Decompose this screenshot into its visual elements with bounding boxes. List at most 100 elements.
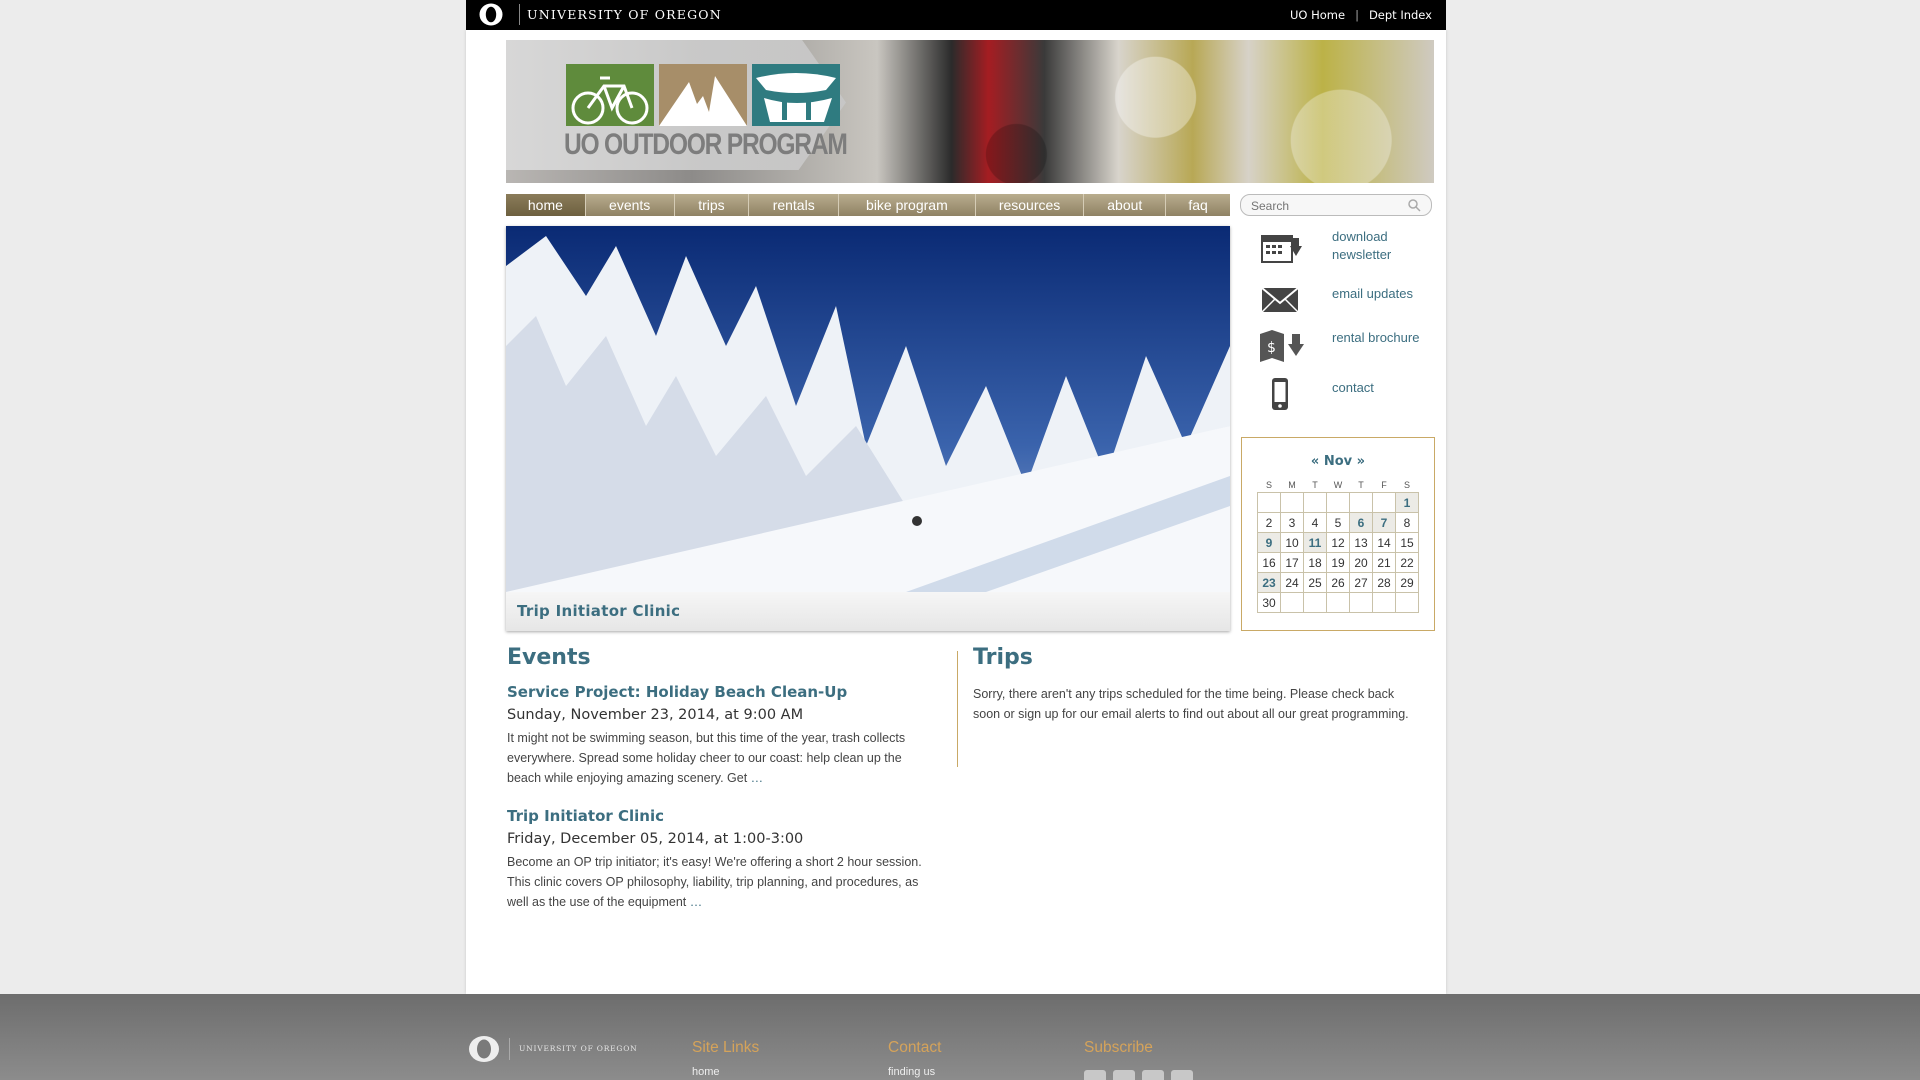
calendar-day: 8 bbox=[1395, 512, 1419, 533]
featured-slideshow[interactable]: Trip Initiator Clinic bbox=[506, 226, 1230, 631]
calendar-day: 15 bbox=[1395, 532, 1419, 553]
calendar-week: 1 bbox=[1257, 492, 1419, 513]
calendar-day: 12 bbox=[1326, 532, 1350, 553]
nav-about[interactable]: about bbox=[1084, 194, 1167, 216]
nav-trips[interactable]: trips bbox=[675, 194, 750, 216]
calendar-day[interactable]: 11 bbox=[1303, 532, 1327, 553]
university-top-bar: UNIVERSITY OF OREGON UO Home | Dept Index bbox=[466, 0, 1446, 30]
event-description: Become an OP trip initiator; it's easy! … bbox=[507, 852, 939, 912]
calendar-week: 23 24 25 26 27 28 29 bbox=[1257, 572, 1419, 593]
footer-heading-site-links: Site Links bbox=[692, 1039, 760, 1056]
calendar-empty-cell bbox=[1372, 592, 1396, 613]
events-calendar: « Nov » SMTWTFS 1 2 3 4 5 6 7 8 9 10 11 12 13 14 15 16 1… bbox=[1241, 437, 1435, 631]
calendar-empty-cell bbox=[1326, 592, 1350, 613]
canoe-logo-icon bbox=[752, 64, 840, 126]
calendar-day[interactable]: 7 bbox=[1372, 512, 1396, 533]
calendar-prev-button[interactable]: « bbox=[1311, 454, 1319, 469]
calendar-day: 27 bbox=[1349, 572, 1373, 593]
page-container: UO OUTDOOR PROGRAM home events trips ren… bbox=[466, 30, 1446, 994]
nav-faq[interactable]: faq bbox=[1166, 194, 1230, 216]
calendar-day: 30 bbox=[1257, 592, 1281, 613]
calendar-day[interactable]: 1 bbox=[1395, 492, 1419, 513]
calendar-weekday: T bbox=[1312, 480, 1318, 490]
nav-home[interactable]: home bbox=[506, 194, 586, 216]
event-title[interactable]: Trip Initiator Clinic bbox=[507, 807, 664, 825]
calendar-day: 20 bbox=[1349, 552, 1373, 573]
event-date: Sunday, November 23, 2014, at 9:00 AM bbox=[507, 707, 804, 723]
event-description: It might not be swimming season, but thi… bbox=[507, 728, 939, 788]
subscribe-social-icon[interactable] bbox=[1113, 1070, 1135, 1080]
quick-link-label: rental brochure bbox=[1332, 330, 1420, 345]
calendar-day: 26 bbox=[1326, 572, 1350, 593]
calendar-week: 2345678 bbox=[1257, 512, 1419, 533]
calendar-next-button[interactable]: » bbox=[1357, 454, 1365, 469]
footer-heading-subscribe: Subscribe bbox=[1084, 1039, 1153, 1056]
calendar-weekday: M bbox=[1288, 480, 1296, 490]
footer-link-home[interactable]: home bbox=[692, 1066, 720, 1078]
calendar-weekday: S bbox=[1265, 480, 1272, 490]
calendar-week: 30 bbox=[1257, 592, 1419, 613]
mountain-logo-icon bbox=[659, 64, 747, 126]
calendar-grid: SMTWTFS 1 2 3 4 5 6 7 8 9 10 11 12 13 14 15 16 17 18 19 20 2… bbox=[1257, 478, 1419, 613]
calendar-day[interactable]: 9 bbox=[1257, 532, 1281, 553]
event-description-text: It might not be swimming season, but thi… bbox=[507, 731, 906, 785]
main-nav: home events trips rentals bike program r… bbox=[506, 194, 1230, 216]
calendar-weekday: F bbox=[1381, 480, 1387, 490]
events-heading: Events bbox=[507, 645, 591, 670]
calendar-day: 28 bbox=[1372, 572, 1396, 593]
svg-text:$: $ bbox=[1267, 340, 1276, 356]
top-links: UO Home | Dept Index bbox=[1290, 8, 1432, 22]
slide-caption-title[interactable]: Trip Initiator Clinic bbox=[517, 602, 680, 620]
quick-link-label: email updates bbox=[1332, 286, 1413, 301]
calendar-day: 18 bbox=[1303, 552, 1327, 573]
brochure-download-icon: $ bbox=[1260, 330, 1304, 362]
event-title[interactable]: Service Project: Holiday Beach Clean-Up bbox=[507, 683, 847, 701]
bike-logo-icon bbox=[566, 64, 654, 126]
calendar-day: 19 bbox=[1326, 552, 1350, 573]
calendar-empty-cell bbox=[1349, 492, 1373, 513]
calendar-day: 2 bbox=[1257, 512, 1281, 533]
search-box bbox=[1240, 194, 1432, 216]
quick-link-brochure[interactable]: $ rental brochure bbox=[1258, 328, 1448, 368]
divider bbox=[509, 1038, 510, 1060]
subscribe-social-icon[interactable] bbox=[1171, 1070, 1193, 1080]
quick-link-contact[interactable]: contact bbox=[1258, 378, 1448, 418]
read-more-link[interactable]: … bbox=[751, 771, 764, 785]
search-icon[interactable] bbox=[1407, 198, 1421, 212]
quick-link-newsletter[interactable]: download newsletter bbox=[1258, 229, 1448, 270]
read-more-link[interactable]: … bbox=[690, 895, 703, 909]
calendar-day: 25 bbox=[1303, 572, 1327, 593]
calendar-day: 21 bbox=[1372, 552, 1396, 573]
calendar-download-icon bbox=[1261, 235, 1302, 263]
calendar-day: 13 bbox=[1349, 532, 1373, 553]
nav-resources[interactable]: resources bbox=[976, 194, 1085, 216]
calendar-empty-cell bbox=[1280, 492, 1304, 513]
calendar-empty-cell bbox=[1349, 592, 1373, 613]
calendar-day: 5 bbox=[1326, 512, 1350, 533]
footer-university-name: UNIVERSITY OF OREGON bbox=[519, 1044, 638, 1053]
uo-footer-logo-icon[interactable] bbox=[467, 1034, 501, 1064]
uo-logo-icon[interactable] bbox=[478, 2, 504, 27]
mobile-phone-icon bbox=[1272, 378, 1288, 410]
calendar-day: 24 bbox=[1280, 572, 1304, 593]
footer-link-finding-us[interactable]: finding us bbox=[888, 1066, 935, 1078]
quick-link-label: download newsletter bbox=[1332, 229, 1392, 262]
calendar-day[interactable]: 23 bbox=[1257, 572, 1281, 593]
search-input[interactable] bbox=[1249, 197, 1403, 215]
uo-home-link[interactable]: UO Home bbox=[1290, 8, 1345, 22]
calendar-day: 10 bbox=[1280, 532, 1304, 553]
calendar-empty-cell bbox=[1257, 492, 1281, 513]
dept-index-link[interactable]: Dept Index bbox=[1369, 8, 1432, 22]
quick-link-email[interactable]: email updates bbox=[1258, 282, 1448, 322]
calendar-empty-cell bbox=[1303, 592, 1327, 613]
calendar-day: 3 bbox=[1280, 512, 1304, 533]
link-separator: | bbox=[1355, 8, 1359, 22]
nav-bike-program[interactable]: bike program bbox=[839, 194, 976, 216]
subscribe-social-icon[interactable] bbox=[1142, 1070, 1164, 1080]
calendar-day[interactable]: 6 bbox=[1349, 512, 1373, 533]
calendar-week: 16 17 18 19 20 21 22 bbox=[1257, 552, 1419, 573]
calendar-empty-cell bbox=[1326, 492, 1350, 513]
nav-events[interactable]: events bbox=[586, 194, 675, 216]
subscribe-social-icon[interactable] bbox=[1084, 1070, 1106, 1080]
nav-rentals[interactable]: rentals bbox=[749, 194, 840, 216]
